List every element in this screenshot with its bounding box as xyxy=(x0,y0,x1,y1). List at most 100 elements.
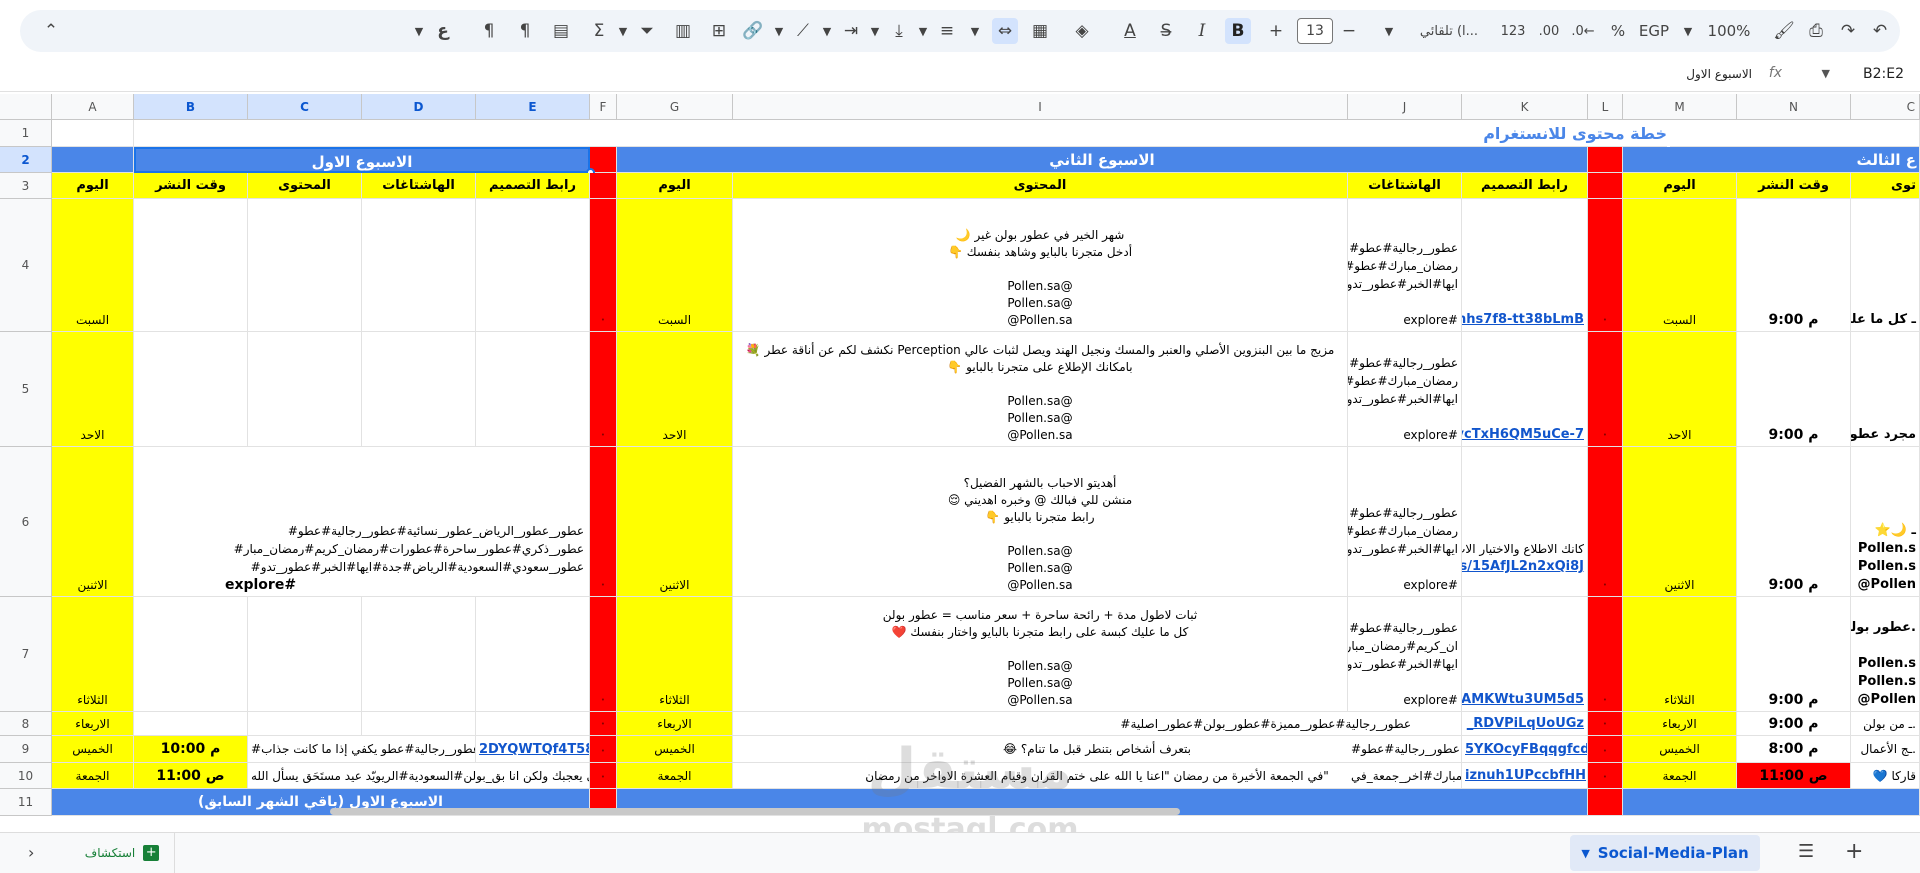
w1-content-7[interactable] xyxy=(248,597,362,712)
w1-link-7[interactable] xyxy=(476,597,590,712)
w1-content-header[interactable]: المحتوى xyxy=(248,173,362,199)
w3-content-4[interactable]: ـ كل ما علي xyxy=(1851,199,1920,332)
italic-button[interactable]: I xyxy=(1189,18,1215,44)
w2-content-8[interactable]: #عطور_رجالية#عطور_مميزة#عطور_بولن#عطور_ا… xyxy=(733,712,1462,736)
w2-day-7[interactable]: الثلاثاء xyxy=(617,597,733,712)
formula-input[interactable]: الاسبوع الاول xyxy=(1686,67,1752,81)
w2-hashtags-7[interactable]: #عطور_رجالية#عطو ان_كريم#رمضان_مبار #ايه… xyxy=(1348,597,1462,712)
w3-day-8[interactable]: الاربعاء xyxy=(1623,712,1737,736)
w3-content-6[interactable]: ⭐🌙 ـ Pollen.s Pollen.s @Pollen xyxy=(1851,447,1920,597)
ltr-paragraph-icon[interactable]: ¶ xyxy=(476,18,502,44)
text-color-button[interactable]: A xyxy=(1117,18,1143,44)
functions-icon[interactable]: Σ xyxy=(586,18,612,44)
cell-A2[interactable] xyxy=(52,147,134,173)
w2-day-5[interactable]: الاحد xyxy=(617,332,733,447)
w3-content-7[interactable]: عطور بولن. Pollen.s Pollen.s @Pollen xyxy=(1851,597,1920,712)
week2-header[interactable]: الاسبوع الثاني xyxy=(617,147,1588,173)
col-header-M[interactable]: M xyxy=(1623,94,1737,120)
w1-hashtags-7[interactable] xyxy=(362,597,476,712)
w3-time-5[interactable]: م 9:00 xyxy=(1737,332,1851,447)
w1-day-8[interactable]: الاربعاء xyxy=(52,712,134,736)
w3-day-5[interactable]: الاحد xyxy=(1623,332,1737,447)
text-wrap-icon[interactable]: ⇥ xyxy=(838,18,864,44)
insert-chart-icon[interactable]: ▥ xyxy=(670,18,696,44)
w2-link-url[interactable]: s/15AfJL2n2xQi8J xyxy=(1462,558,1584,576)
cell-L7[interactable]: • xyxy=(1588,597,1623,712)
redo-icon[interactable]: ↷ xyxy=(1835,18,1861,44)
w1-hashtags-8[interactable] xyxy=(362,712,476,736)
cell-L5[interactable]: • xyxy=(1588,332,1623,447)
w3-time-8[interactable]: م 9:00 xyxy=(1737,712,1851,736)
percent-format-button[interactable]: % xyxy=(1606,18,1630,44)
col-header-E[interactable]: E xyxy=(476,94,590,120)
w2-day-6[interactable]: الاثنين xyxy=(617,447,733,597)
strikethrough-icon[interactable]: S̶ xyxy=(1153,18,1179,44)
w1-time-5[interactable] xyxy=(134,332,248,447)
all-sheets-icon[interactable]: ☰ xyxy=(1798,841,1814,862)
row-header-9[interactable]: 9 xyxy=(0,736,52,763)
w2-hashtags-4[interactable]: #عطور_رجالية#عطو #رمضان_مبارك#عطو #ايها#… xyxy=(1348,199,1462,332)
cell-F4[interactable]: • xyxy=(590,199,617,332)
col-header-B[interactable]: B xyxy=(134,94,248,120)
cell-F7[interactable]: • xyxy=(590,597,617,712)
w1-hashtags-4[interactable] xyxy=(362,199,476,332)
w3-time-9[interactable]: م 8:00 xyxy=(1737,736,1851,763)
col-header-F[interactable]: F xyxy=(590,94,617,120)
sheet-tab-social-media-plan[interactable]: ▼ Social-Media-Plan xyxy=(1570,835,1760,871)
select-all-corner[interactable] xyxy=(0,94,52,120)
w2-day-8[interactable]: الاربعاء xyxy=(617,712,733,736)
zoom-select[interactable]: 100% xyxy=(1702,18,1756,44)
w1-link-5[interactable] xyxy=(476,332,590,447)
col-header-C[interactable]: C xyxy=(248,94,362,120)
fill-color-icon[interactable]: ◈ xyxy=(1069,18,1095,44)
rotate-dropdown-icon[interactable]: ▼ xyxy=(814,18,840,44)
w3-content-header[interactable]: توى xyxy=(1851,173,1920,199)
w1-day-9[interactable]: الخميس xyxy=(52,736,134,763)
w3-day-10[interactable]: الجمعة xyxy=(1623,763,1737,789)
row-header-1[interactable]: 1 xyxy=(0,120,52,147)
horizontal-scrollbar[interactable] xyxy=(330,808,1180,815)
align-dropdown-icon[interactable]: ▼ xyxy=(962,18,988,44)
col-header-N[interactable]: N xyxy=(1737,94,1851,120)
w3-content-10[interactable]: 💙 قاركا xyxy=(1851,763,1920,789)
w1-link-header[interactable]: رابط التصميم xyxy=(476,173,590,199)
w2-hashtags-9[interactable]: #عطور_رجالية#عطو xyxy=(1348,736,1462,763)
w2-hashtags-5[interactable]: #عطور_رجالية#عطو #رمضان_مبارك#عطو #ايها#… xyxy=(1348,332,1462,447)
increase-font-icon[interactable]: + xyxy=(1263,18,1289,44)
w2-link-10[interactable]: iznuh1UPccbfHH xyxy=(1462,763,1588,789)
cell-A1[interactable] xyxy=(52,120,134,147)
cell-F9[interactable]: • xyxy=(590,736,617,763)
increase-decimal-button[interactable]: .00 xyxy=(1534,18,1564,44)
w2-hashtags-header[interactable]: الهاشتاغات xyxy=(1348,173,1462,199)
col-header-G[interactable]: G xyxy=(617,94,733,120)
w2-link-6[interactable]: كانك الاطلاع والاختيار الاب s/15AfJL2n2xQ… xyxy=(1462,447,1588,597)
w3-day-7[interactable]: الثلاثاء xyxy=(1623,597,1737,712)
w1-time-header[interactable]: وقت النشر xyxy=(134,173,248,199)
cell-F5[interactable]: • xyxy=(590,332,617,447)
number-format-button[interactable]: 123 xyxy=(1496,18,1530,44)
w1-day-4[interactable]: السبت xyxy=(52,199,134,332)
decrease-decimal-button[interactable]: .0← xyxy=(1566,18,1600,44)
cell-L3[interactable] xyxy=(1588,173,1623,199)
cell-L9[interactable]: • xyxy=(1588,736,1623,763)
name-box-dropdown-icon[interactable]: ▼ xyxy=(1822,67,1830,80)
rtl-paragraph-icon[interactable]: ¶ xyxy=(512,18,538,44)
explore-button[interactable]: استكشاف + xyxy=(70,833,175,873)
vertical-align-icon[interactable]: ⤓ xyxy=(886,18,912,44)
col-header-A[interactable]: A xyxy=(52,94,134,120)
chevron-right-icon[interactable]: › xyxy=(28,843,34,862)
row-header-10[interactable]: 10 xyxy=(0,763,52,789)
w3-time-6[interactable]: م 9:00 xyxy=(1737,447,1851,597)
w1-content-8[interactable] xyxy=(248,712,362,736)
w3-day-6[interactable]: الاثنين xyxy=(1623,447,1737,597)
name-box[interactable]: B2:E2 xyxy=(1863,66,1904,82)
w1-day-6[interactable]: الاثنين xyxy=(52,447,134,597)
decrease-font-icon[interactable]: − xyxy=(1336,18,1362,44)
w2-day-4[interactable]: السبت xyxy=(617,199,733,332)
text-rotation-icon[interactable]: ⟋ xyxy=(790,18,816,44)
w2-content-header[interactable]: المحتوى xyxy=(733,173,1348,199)
w3-content-9[interactable]: ـج الأعمال. xyxy=(1851,736,1920,763)
row-header-8[interactable]: 8 xyxy=(0,712,52,736)
w3-time-7[interactable]: م 9:00 xyxy=(1737,597,1851,712)
spreadsheet-grid[interactable]: A B C D E F G I J K L M N C 1 2 3 4 5 6 … xyxy=(0,94,1920,820)
